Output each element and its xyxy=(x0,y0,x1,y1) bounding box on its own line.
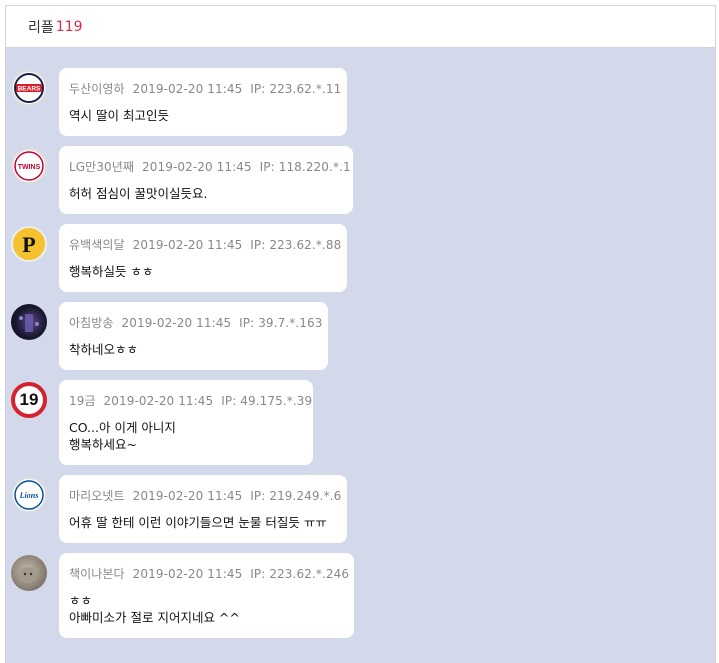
reply-count: 119 xyxy=(55,18,83,35)
comment-nick[interactable]: 19금 xyxy=(69,394,96,408)
comment-ip: IP: 49.175.*.39 xyxy=(221,394,313,408)
cat-photo-icon[interactable] xyxy=(11,555,47,591)
nineteen-sign-text: 19 xyxy=(19,390,39,409)
comment-ip: IP: 118.220.*.1 xyxy=(259,160,351,174)
comment-panel: 리플 119 BEARS 두산이영하 2019-02-20 11:45 IP: … xyxy=(5,5,716,663)
night-photo-icon[interactable] xyxy=(11,304,47,340)
comment-bubble: 책이나본다 2019-02-20 11:45 IP: 223.62.*.246 … xyxy=(59,553,354,638)
comment-bubble: 19금 2019-02-20 11:45 IP: 49.175.*.39 CO.… xyxy=(59,380,313,465)
comment-item: 19 19금 2019-02-20 11:45 IP: 49.175.*.39 … xyxy=(11,380,715,465)
comment-nick[interactable]: 두산이영하 xyxy=(69,82,125,96)
pirates-logo-icon[interactable]: P xyxy=(11,226,47,262)
comment-bubble: 마리오넷트 2019-02-20 11:45 IP: 219.249.*.6 어… xyxy=(59,475,347,543)
comment-text: 행복하실듯 ㅎㅎ xyxy=(69,264,154,279)
comment-bubble: 아침방송 2019-02-20 11:45 IP: 39.7.*.163 착하네… xyxy=(59,302,328,370)
comment-meta: 아침방송 2019-02-20 11:45 IP: 39.7.*.163 xyxy=(69,314,322,331)
comment-nick[interactable]: 책이나본다 xyxy=(69,567,125,581)
comment-text: 역시 딸이 최고인듯 xyxy=(69,108,169,123)
comment-nick[interactable]: LG만30년째 xyxy=(69,160,134,174)
comment-item: TWINS LG만30년째 2019-02-20 11:45 IP: 118.2… xyxy=(11,146,715,214)
svg-text:TWINS: TWINS xyxy=(18,164,41,171)
twins-logo-icon[interactable]: TWINS xyxy=(11,148,47,184)
comment-text: 착하네오ㅎㅎ xyxy=(69,342,139,357)
comment-text: 어휴 딸 한테 이런 이야기들으면 눈물 터질듯 ㅠㅠ xyxy=(69,515,327,530)
comment-nick[interactable]: 마리오넷트 xyxy=(69,489,125,503)
comment-ip: IP: 219.249.*.6 xyxy=(250,489,342,503)
svg-text:Lions: Lions xyxy=(19,491,39,500)
comment-ip: IP: 39.7.*.163 xyxy=(239,316,323,330)
comment-date: 2019-02-20 11:45 xyxy=(103,394,214,408)
nineteen-sign-icon[interactable]: 19 xyxy=(11,382,47,418)
comment-meta: 유백색의달 2019-02-20 11:45 IP: 223.62.*.88 xyxy=(69,236,341,253)
comment-date: 2019-02-20 11:45 xyxy=(121,316,232,330)
comment-bubble: LG만30년째 2019-02-20 11:45 IP: 118.220.*.1… xyxy=(59,146,353,214)
comment-meta: 마리오넷트 2019-02-20 11:45 IP: 219.249.*.6 xyxy=(69,487,341,504)
comment-date: 2019-02-20 11:45 xyxy=(132,238,243,252)
svg-text:BEARS: BEARS xyxy=(18,86,41,93)
comment-date: 2019-02-20 11:45 xyxy=(132,489,243,503)
comment-nick[interactable]: 유백색의달 xyxy=(69,238,125,252)
comment-meta: 19금 2019-02-20 11:45 IP: 49.175.*.39 xyxy=(69,392,312,409)
comment-date: 2019-02-20 11:45 xyxy=(142,160,252,174)
lions-logo-icon[interactable]: Lions xyxy=(11,477,47,513)
comment-item: Lions 마리오넷트 2019-02-20 11:45 IP: 219.249… xyxy=(11,475,715,543)
comment-bubble: 유백색의달 2019-02-20 11:45 IP: 223.62.*.88 행… xyxy=(59,224,347,292)
comment-meta: 책이나본다 2019-02-20 11:45 IP: 223.62.*.246 xyxy=(69,565,349,582)
comment-ip: IP: 223.62.*.246 xyxy=(250,567,350,581)
bears-logo-icon[interactable]: BEARS xyxy=(11,70,47,106)
comment-item: 아침방송 2019-02-20 11:45 IP: 39.7.*.163 착하네… xyxy=(11,302,715,370)
comment-date: 2019-02-20 11:45 xyxy=(132,82,243,96)
svg-text:P: P xyxy=(22,232,35,257)
comment-text: ㅎㅎ 아빠미소가 절로 지어지네요 ^^ xyxy=(69,593,240,625)
comment-item: P 유백색의달 2019-02-20 11:45 IP: 223.62.*.88… xyxy=(11,224,715,292)
comment-ip: IP: 223.62.*.88 xyxy=(250,238,342,252)
comment-bubble: 두산이영하 2019-02-20 11:45 IP: 223.62.*.11 역… xyxy=(59,68,347,136)
comment-date: 2019-02-20 11:45 xyxy=(132,567,243,581)
comment-nick[interactable]: 아침방송 xyxy=(69,316,114,330)
comment-text: CO...아 이게 아니지 행복하세요~ xyxy=(69,420,176,452)
comment-item: 책이나본다 2019-02-20 11:45 IP: 223.62.*.246 … xyxy=(11,553,715,638)
comment-meta: 두산이영하 2019-02-20 11:45 IP: 223.62.*.11 xyxy=(69,80,341,97)
reply-label: 리플 xyxy=(28,19,54,36)
comment-item: BEARS 두산이영하 2019-02-20 11:45 IP: 223.62.… xyxy=(11,68,715,136)
comment-list: BEARS 두산이영하 2019-02-20 11:45 IP: 223.62.… xyxy=(6,48,715,638)
reply-header: 리플 119 xyxy=(6,6,715,48)
comment-text: 허허 점심이 꿀맛이실듯요. xyxy=(69,186,208,201)
comment-ip: IP: 223.62.*.11 xyxy=(250,82,342,96)
comment-meta: LG만30년째 2019-02-20 11:45 IP: 118.220.*.1 xyxy=(69,158,351,175)
